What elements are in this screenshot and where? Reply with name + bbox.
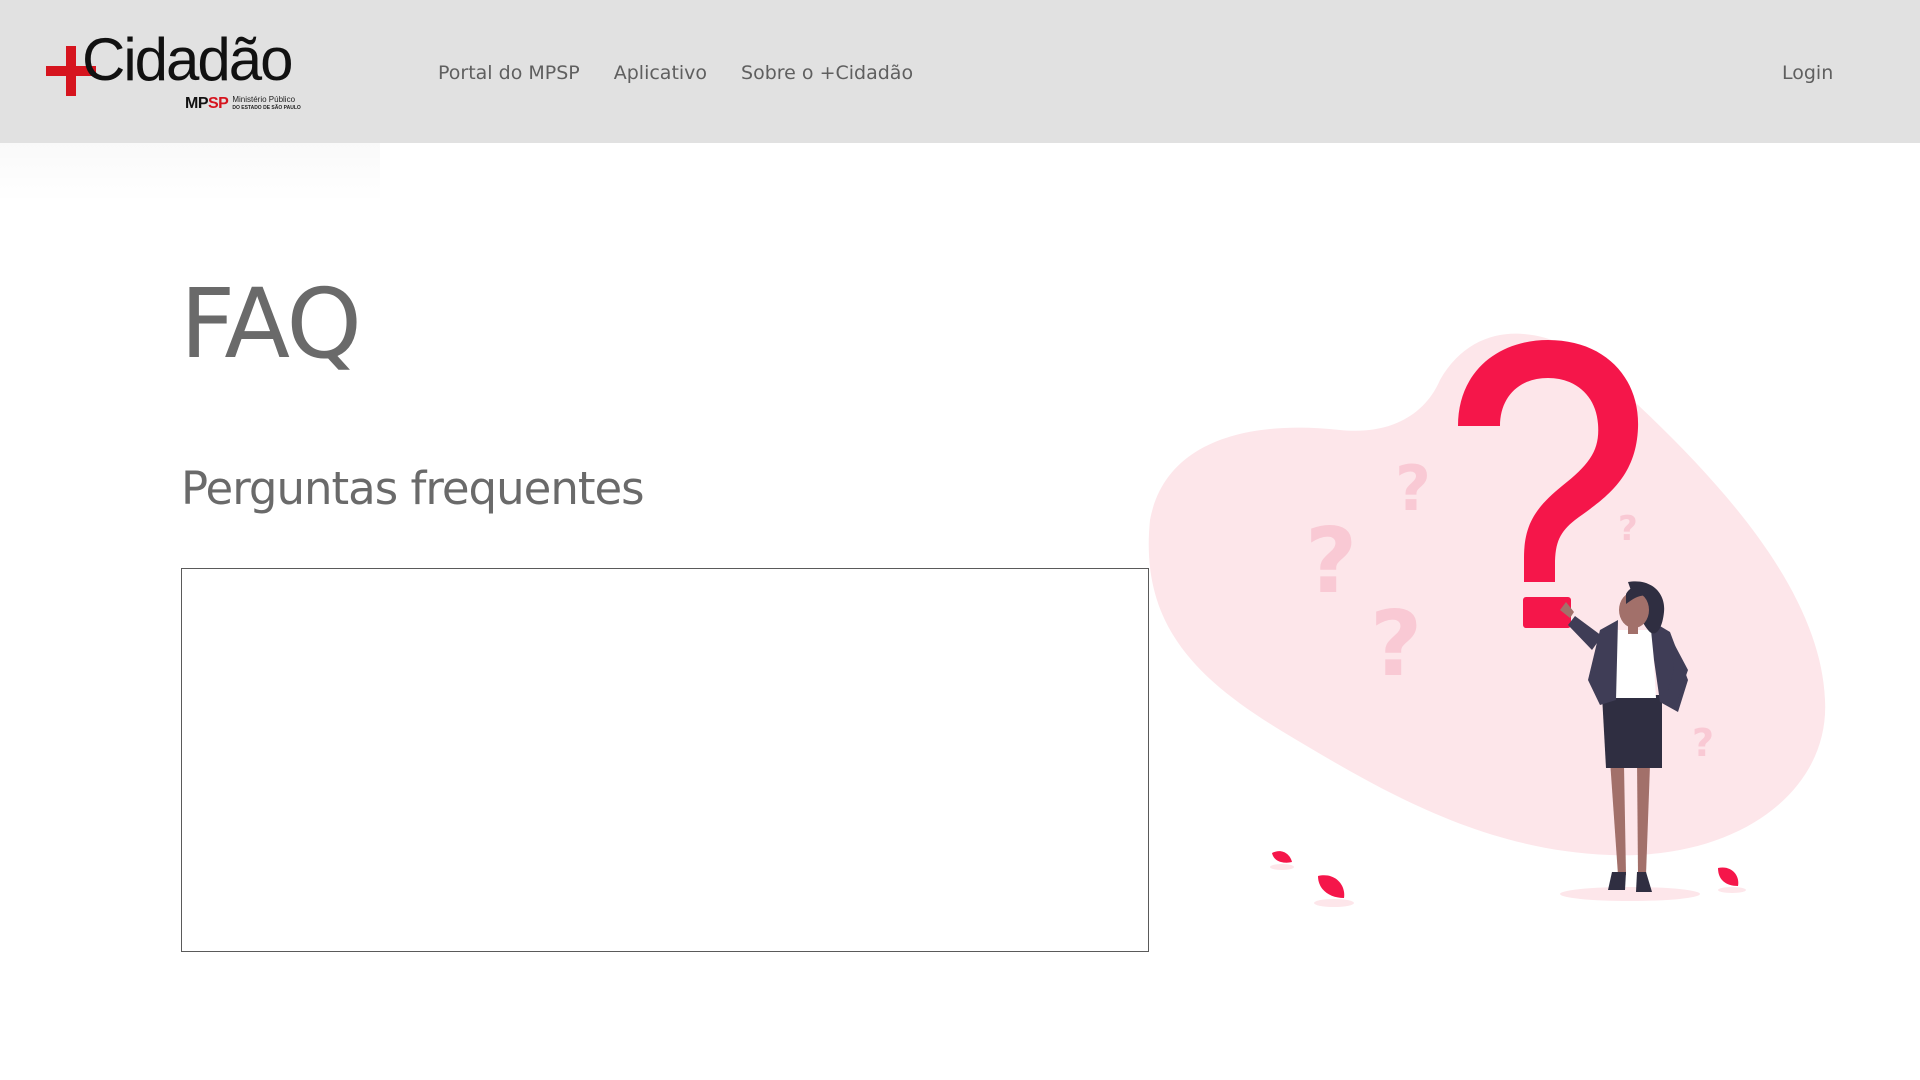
login-link[interactable]: Login bbox=[1782, 62, 1833, 85]
top-navigation-bar: Cidadão MPSP Ministério Público DO ESTAD… bbox=[0, 0, 1920, 143]
mpsp-logo: MPSP Ministério Público DO ESTADO DE SÃO… bbox=[185, 96, 301, 114]
nav-link-portal-mpsp[interactable]: Portal do MPSP bbox=[438, 62, 580, 85]
logo-sp: SP bbox=[208, 95, 229, 112]
nav-link-sobre[interactable]: Sobre o +Cidadão bbox=[741, 62, 913, 85]
faded-question-icon: ? bbox=[1618, 509, 1638, 549]
mais-cidadao-logo[interactable]: Cidadão MPSP Ministério Público DO ESTAD… bbox=[46, 30, 308, 116]
logo-line-2: DO ESTADO DE SÃO PAULO bbox=[232, 105, 301, 111]
faded-question-icon: ? bbox=[1395, 452, 1431, 525]
faded-question-icon: ? bbox=[1692, 721, 1714, 765]
logo-wordmark: Cidadão bbox=[82, 26, 294, 93]
ground-shadow bbox=[1560, 887, 1700, 901]
page-title: FAQ bbox=[180, 268, 362, 380]
nav-link-aplicativo[interactable]: Aplicativo bbox=[614, 62, 707, 85]
leaf-icon bbox=[1718, 867, 1739, 886]
logo-line-1: Ministério Público bbox=[232, 95, 296, 104]
page-subtitle: Perguntas frequentes bbox=[181, 462, 645, 515]
leaf-icon bbox=[1318, 875, 1345, 898]
faded-question-icon: ? bbox=[1305, 509, 1357, 614]
faded-question-icon: ? bbox=[1370, 592, 1422, 697]
woman-question-mark-illustration: ? ? ? ? ? bbox=[1148, 333, 1826, 907]
main-nav: Portal do MPSP Aplicativo Sobre o +Cidad… bbox=[438, 62, 913, 85]
leaf-icon bbox=[1272, 851, 1292, 863]
header-shadow bbox=[0, 143, 380, 203]
logo-mp: MP bbox=[185, 95, 209, 112]
faq-content-frame[interactable] bbox=[181, 568, 1149, 952]
